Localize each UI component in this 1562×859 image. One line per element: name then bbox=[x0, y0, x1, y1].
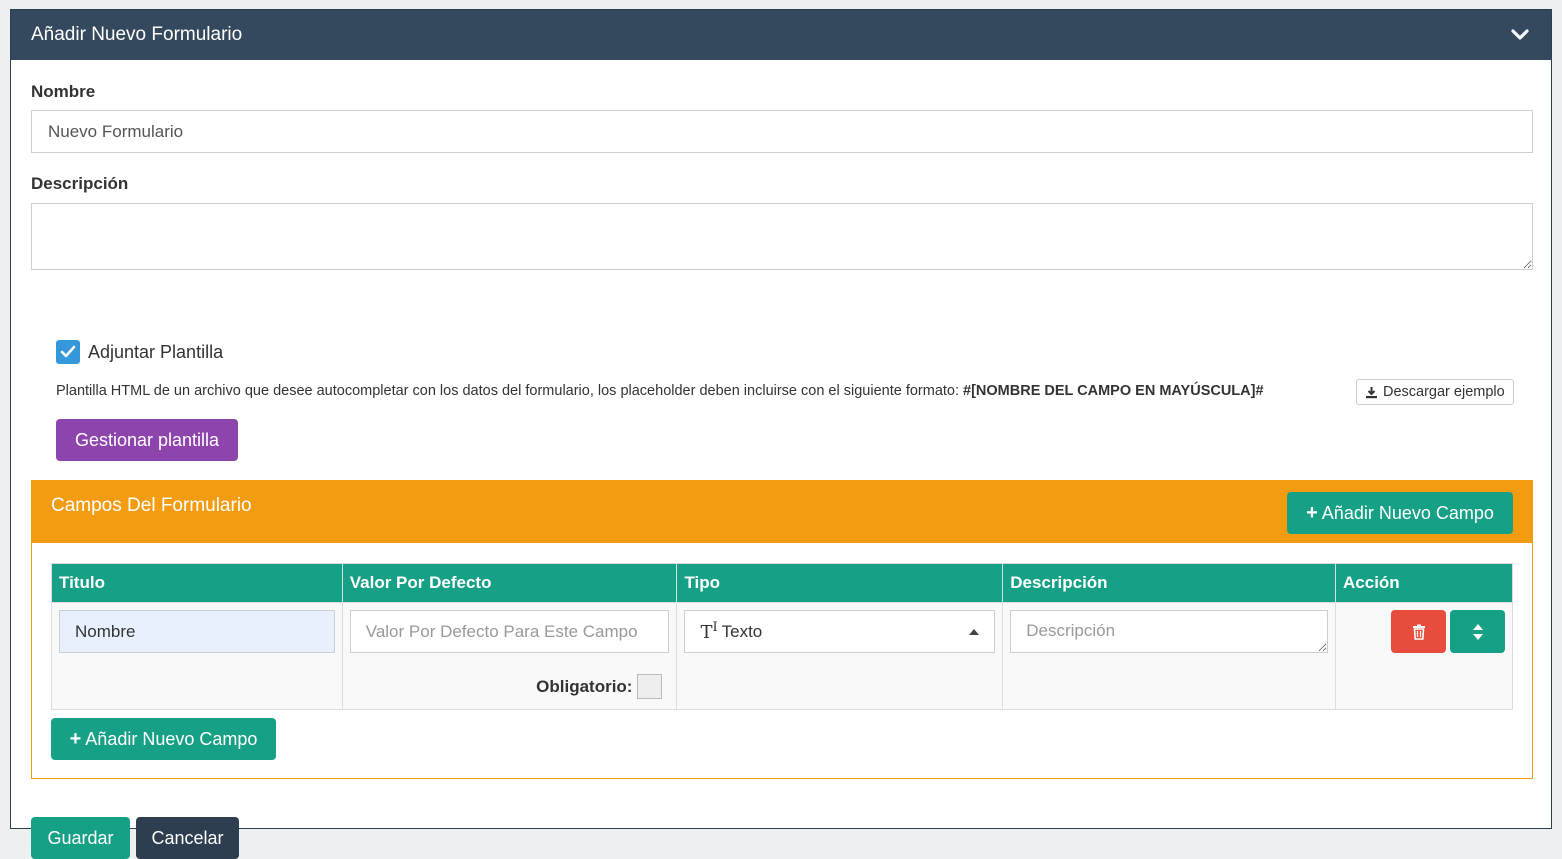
table-row: Obligatorio: TI Texto bbox=[51, 602, 1513, 710]
caret-up-icon bbox=[969, 628, 980, 635]
save-button[interactable]: Guardar bbox=[31, 817, 130, 859]
type-select[interactable]: TI Texto bbox=[684, 610, 996, 653]
name-label: Nombre bbox=[31, 82, 96, 101]
attach-template-checkbox[interactable] bbox=[56, 340, 80, 364]
field-description-textarea[interactable] bbox=[1010, 610, 1329, 653]
cell-description bbox=[1002, 602, 1337, 710]
column-header-type: Tipo bbox=[676, 563, 1004, 603]
form-fields-title: Campos Del Formulario bbox=[51, 495, 252, 516]
plus-icon: + bbox=[1306, 501, 1318, 524]
placeholder-format: #[NOMBRE DEL CAMPO EN MAYÚSCULA]# bbox=[963, 383, 1264, 399]
download-example-button[interactable]: Descargar ejemplo bbox=[1356, 379, 1514, 405]
sort-icon bbox=[1472, 623, 1483, 640]
cancel-button[interactable]: Cancelar bbox=[136, 817, 239, 859]
panel-title: Añadir Nuevo Formulario bbox=[31, 24, 243, 45]
cell-title bbox=[51, 602, 343, 710]
cell-default-value: Obligatorio: bbox=[341, 602, 678, 710]
template-help-text: Plantilla HTML de un archivo que desee a… bbox=[56, 383, 1264, 399]
default-value-input[interactable] bbox=[349, 610, 670, 653]
panel-header: Añadir Nuevo Formulario bbox=[11, 10, 1551, 60]
trash-icon bbox=[1412, 624, 1425, 640]
row-actions bbox=[1343, 610, 1505, 653]
manage-template-button[interactable]: Gestionar plantilla bbox=[56, 419, 238, 461]
delete-field-button[interactable] bbox=[1391, 610, 1446, 653]
column-header-description: Descripción bbox=[1002, 563, 1337, 603]
description-textarea[interactable] bbox=[31, 203, 1533, 270]
form-fields-header: Campos Del Formulario + Añadir Nuevo Cam… bbox=[32, 481, 1532, 543]
add-field-button-bottom[interactable]: + Añadir Nuevo Campo bbox=[51, 718, 276, 760]
text-type-icon: TI bbox=[700, 620, 718, 643]
add-field-button-top[interactable]: + Añadir Nuevo Campo bbox=[1287, 492, 1513, 534]
field-title-input[interactable] bbox=[59, 610, 335, 653]
attach-template-label: Adjuntar Plantilla bbox=[88, 342, 224, 362]
column-header-default-value: Valor Por Defecto bbox=[341, 563, 678, 603]
required-label: Obligatorio: bbox=[536, 676, 633, 696]
name-input[interactable] bbox=[31, 110, 1533, 153]
required-group: Obligatorio: bbox=[536, 674, 663, 699]
add-form-panel: Añadir Nuevo Formulario Nombre Descripci… bbox=[10, 9, 1552, 859]
column-header-title: Titulo bbox=[51, 563, 343, 603]
description-label: Descripción bbox=[31, 174, 129, 193]
column-header-action: Acción bbox=[1335, 563, 1513, 603]
cell-type: TI Texto bbox=[676, 602, 1004, 710]
download-icon bbox=[1366, 386, 1377, 398]
form-fields-panel: Campos Del Formulario + Añadir Nuevo Cam… bbox=[31, 480, 1533, 779]
cell-action bbox=[1335, 602, 1513, 710]
reorder-field-button[interactable] bbox=[1450, 610, 1505, 653]
required-checkbox[interactable] bbox=[637, 674, 663, 699]
chevron-down-icon[interactable] bbox=[1509, 24, 1531, 46]
check-icon bbox=[60, 345, 76, 358]
plus-icon: + bbox=[69, 727, 82, 750]
type-select-value: Texto bbox=[721, 621, 763, 641]
fields-table-header: Titulo Valor Por Defecto Tipo Descripció… bbox=[51, 563, 1513, 603]
fields-table: Titulo Valor Por Defecto Tipo Descripció… bbox=[51, 563, 1513, 710]
